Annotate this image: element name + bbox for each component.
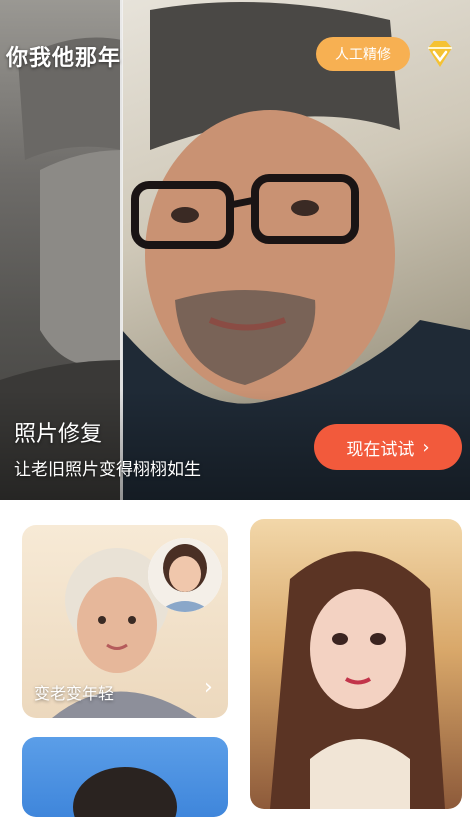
id-photo-card[interactable] xyxy=(22,737,228,817)
diamond-icon[interactable] xyxy=(422,36,458,72)
try-now-label: 现在试试 xyxy=(346,439,415,460)
hero-subtitle: 让老旧照片变得栩栩如生 xyxy=(14,460,201,480)
chevron-right-icon: › xyxy=(422,436,430,458)
anime-portrait-card[interactable] xyxy=(250,519,462,809)
child-avatar xyxy=(148,538,222,612)
hero-title: 照片修复 xyxy=(14,422,103,447)
try-now-button[interactable]: 现在试试 › xyxy=(314,424,462,470)
app-title: 你我他那年 xyxy=(6,46,122,71)
hero-banner[interactable]: 你我他那年 人工精修 照片修复 让老旧照片变得栩栩如生 现在试试 › xyxy=(0,0,470,500)
anime-girl-illustration xyxy=(270,551,445,809)
age-card-label: 变老变年轻 xyxy=(34,684,115,703)
manual-retouch-button[interactable]: 人工精修 xyxy=(316,37,410,71)
id-photo-portrait xyxy=(73,767,177,817)
chevron-right-icon: › xyxy=(204,675,213,700)
